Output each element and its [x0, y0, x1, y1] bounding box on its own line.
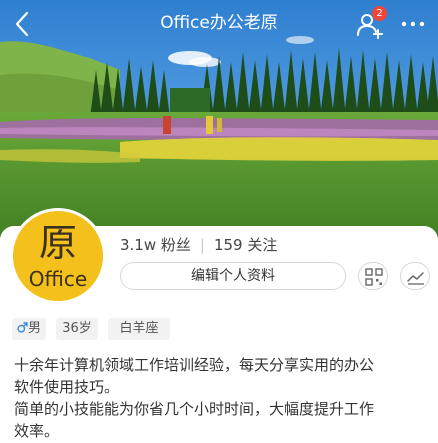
gender-label: 男	[27, 321, 41, 336]
bio-line: 简单的小技能能为你省几个小时时间，大幅度提升工作	[14, 400, 375, 418]
qr-code-icon	[365, 268, 383, 286]
profile-bio: 十余年计算机领域工作培训经验，每天分享实用的办公 软件使用技巧。 简单的小技能能…	[14, 354, 432, 442]
edit-profile-button[interactable]: 编辑个人资料	[120, 262, 346, 290]
bio-line: 十余年计算机领域工作培训经验，每天分享实用的办公	[14, 356, 375, 374]
more-icon	[401, 21, 425, 27]
bio-line: 效率。	[14, 422, 60, 440]
avatar[interactable]: 原 Office	[10, 208, 106, 304]
notification-badge: 2	[372, 6, 387, 21]
age-tag: 36岁	[56, 318, 98, 340]
following-count[interactable]: 159 关注	[214, 236, 277, 254]
followers-count[interactable]: 3.1w 粉丝	[120, 236, 191, 254]
more-button[interactable]	[400, 14, 426, 34]
stats-divider: |	[199, 236, 205, 254]
male-icon	[17, 322, 28, 333]
avatar-word: Office	[28, 267, 88, 291]
profile-stats: 3.1w 粉丝 | 159 关注	[120, 236, 277, 254]
top-bar: Office办公老原 2	[0, 0, 438, 48]
bio-line: 软件使用技巧。	[14, 378, 120, 396]
zodiac-tag: 白羊座	[108, 318, 170, 340]
trend-chart-icon	[407, 272, 424, 285]
avatar-char: 原	[38, 221, 77, 265]
trend-button[interactable]	[400, 262, 430, 290]
gender-tag: 男	[12, 318, 46, 340]
qr-code-button[interactable]	[358, 262, 388, 290]
